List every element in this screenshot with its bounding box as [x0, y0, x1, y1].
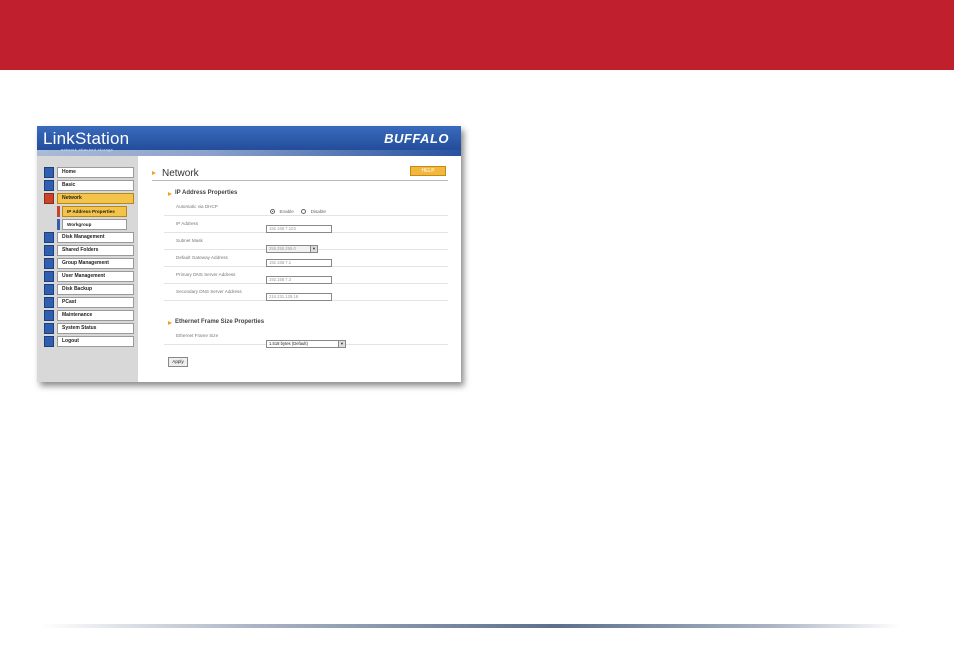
- section-arrow-icon: [168, 321, 172, 325]
- sidebar-item-system-status[interactable]: System Status: [44, 323, 134, 334]
- sidebar-item-label: Logout: [57, 336, 134, 347]
- folder-icon: [44, 245, 54, 256]
- disk-icon: [44, 232, 54, 243]
- page-title: Network: [162, 168, 199, 179]
- frame-size-value: 1,518 bytes (Default): [269, 341, 308, 346]
- frame-size-row: Ethernet Frame Size 1,518 bytes (Default…: [164, 328, 448, 348]
- app-header: LinkStation network attached storage BUF…: [37, 126, 461, 156]
- sidebar-item-basic[interactable]: Basic: [44, 180, 134, 191]
- brand-logo: LinkStation: [43, 129, 130, 148]
- primary-dns-row: Primary DNS Server Address 192.168.7.3: [164, 267, 448, 284]
- secondary-dns-row: Secondary DNS Server Address 216.231.128…: [164, 284, 448, 301]
- sidebar-item-logout[interactable]: Logout: [44, 336, 134, 347]
- sidebar-item-label: Home: [57, 167, 134, 178]
- network-icon: [44, 193, 54, 204]
- sidebar-item-group-management[interactable]: Group Management: [44, 258, 134, 269]
- subnet-mask-label: Subnet Mask: [176, 238, 203, 243]
- sidebar-item-label: Basic: [57, 180, 134, 191]
- gateway-label: Default Gateway Address: [176, 255, 228, 260]
- sidebar-item-label: User Management: [57, 271, 134, 282]
- logout-icon: [44, 336, 54, 347]
- dhcp-row: Automatic via DHCP Enable Disable: [164, 199, 448, 216]
- bottom-divider: [40, 624, 900, 628]
- sidebar-item-home[interactable]: Home: [44, 167, 134, 178]
- status-icon: [44, 323, 54, 334]
- subnet-mask-row: Subnet Mask 255.255.255.0 ▼: [164, 233, 448, 253]
- group-icon: [44, 258, 54, 269]
- dhcp-label: Automatic via DHCP: [176, 204, 218, 209]
- dhcp-enable-radio[interactable]: [270, 209, 275, 215]
- primary-dns-field[interactable]: 192.168.7.3: [266, 276, 332, 284]
- sidebar-item-label: Maintenance: [57, 310, 134, 321]
- chevron-down-icon: ▼: [338, 341, 345, 347]
- gateway-field[interactable]: 192.168.7.1: [266, 259, 332, 267]
- sidebar-item-pcast[interactable]: PCast: [44, 297, 134, 308]
- main-content: Network HELP IP Address Properties Autom…: [138, 156, 461, 382]
- top-banner: [0, 0, 954, 70]
- sidebar-item-workgroup[interactable]: Workgroup: [57, 219, 127, 230]
- apply-button[interactable]: Apply: [168, 357, 188, 367]
- secondary-dns-field[interactable]: 216.231.128.16: [266, 293, 332, 301]
- primary-dns-label: Primary DNS Server Address: [176, 272, 236, 277]
- dhcp-enable-label: Enable: [279, 209, 294, 215]
- sidebar-item-label: IP Address Properties: [62, 206, 127, 217]
- section-title-frame: Ethernet Frame Size Properties: [175, 319, 265, 325]
- secondary-dns-value-wrap: 216.231.128.16: [266, 288, 332, 306]
- sidebar-item-disk-management[interactable]: Disk Management: [44, 232, 134, 243]
- sidebar-item-network[interactable]: Network: [44, 193, 134, 204]
- sidebar-item-label: Disk Management: [57, 232, 134, 243]
- backup-icon: [44, 284, 54, 295]
- title-divider: [152, 180, 448, 181]
- secondary-dns-label: Secondary DNS Server Address: [176, 289, 242, 294]
- frame-size-value-wrap: 1,518 bytes (Default) ▼: [266, 332, 346, 350]
- sidebar-item-shared-folders[interactable]: Shared Folders: [44, 245, 134, 256]
- sidebar-item-maintenance[interactable]: Maintenance: [44, 310, 134, 321]
- sidebar-item-label: Workgroup: [62, 219, 127, 230]
- title-arrow-icon: [152, 171, 156, 175]
- basic-settings-icon: [44, 180, 54, 191]
- dhcp-disable-radio[interactable]: [301, 209, 307, 215]
- sidebar: Home Basic Network IP Address Properties…: [37, 156, 138, 382]
- submenu-marker: [57, 219, 60, 230]
- sidebar-item-label: PCast: [57, 297, 134, 308]
- ip-address-label: IP Address: [176, 221, 199, 226]
- section-arrow-icon: [168, 192, 172, 196]
- sidebar-item-ip-address-properties[interactable]: IP Address Properties: [57, 206, 127, 217]
- sidebar-item-label: Group Management: [57, 258, 134, 269]
- sidebar-item-user-management[interactable]: User Management: [44, 271, 134, 282]
- brand-tagline: network attached storage: [61, 147, 114, 152]
- section-title-ip: IP Address Properties: [175, 190, 238, 196]
- maintenance-icon: [44, 310, 54, 321]
- gateway-row: Default Gateway Address 192.168.7.1: [164, 250, 448, 267]
- sidebar-item-disk-backup[interactable]: Disk Backup: [44, 284, 134, 295]
- submenu-marker: [57, 206, 60, 217]
- sidebar-item-label: System Status: [57, 323, 134, 334]
- ip-address-field[interactable]: 192.168.7.103: [266, 225, 332, 233]
- frame-size-label: Ethernet Frame Size: [176, 333, 219, 338]
- ip-address-row: IP Address 192.168.7.103: [164, 216, 448, 233]
- sidebar-item-label: Network: [57, 193, 134, 204]
- user-icon: [44, 271, 54, 282]
- pcast-icon: [44, 297, 54, 308]
- sidebar-item-label: Disk Backup: [57, 284, 134, 295]
- sidebar-item-label: Shared Folders: [57, 245, 134, 256]
- vendor-logo: BUFFALO: [384, 131, 449, 146]
- frame-size-select[interactable]: 1,518 bytes (Default) ▼: [266, 340, 346, 348]
- dhcp-disable-label: Disable: [310, 209, 326, 215]
- home-icon: [44, 167, 54, 178]
- help-button[interactable]: HELP: [410, 166, 446, 176]
- linkstation-screenshot: LinkStation network attached storage BUF…: [37, 126, 461, 382]
